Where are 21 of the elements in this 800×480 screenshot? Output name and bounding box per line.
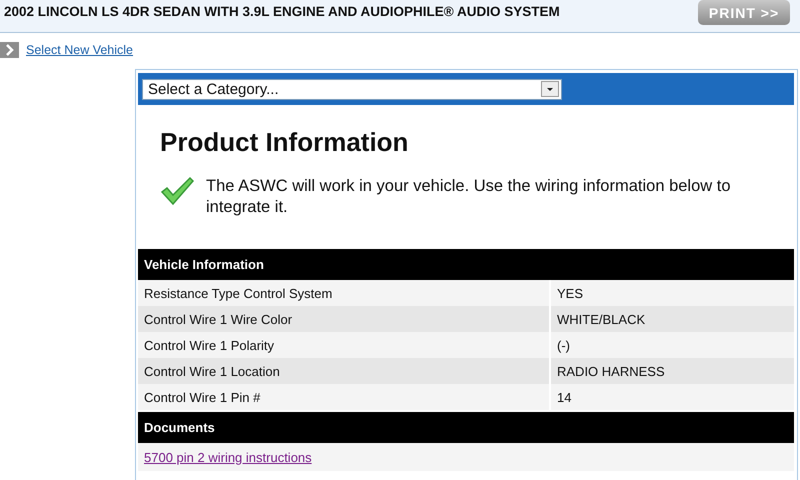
section-header: Vehicle Information (138, 249, 794, 280)
dropdown-caret-icon[interactable] (541, 81, 559, 97)
table-cell: RADIO HARNESS (551, 358, 794, 384)
table-cell: (-) (551, 332, 794, 358)
table-cell: Control Wire 1 Wire Color (138, 306, 549, 332)
vehicle-title: 2002 LINCOLN LS 4DR SEDAN WITH 3.9L ENGINE AND AUDIOPHILE® AUDIO SYSTEM (4, 4, 560, 19)
table-cell: Control Wire 1 Location (138, 358, 549, 384)
compatibility-message: The ASWC will work in your vehicle. Use the wiring information below to integrate it. (206, 176, 732, 218)
select-vehicle-link[interactable]: Select New Vehicle (26, 43, 134, 57)
section-header: Documents (138, 412, 794, 443)
table-cell: Control Wire 1 Polarity (138, 332, 549, 358)
document-link[interactable]: 5700 pin 2 wiring instructions (144, 450, 312, 464)
category-select[interactable]: Select a Category... (142, 78, 562, 100)
table-cell: YES (551, 280, 794, 306)
table-cell: Resistance Type Control System (138, 280, 549, 306)
chevron-icon (0, 42, 19, 58)
page-heading: Product Information (160, 127, 410, 158)
table-cell: 14 (551, 384, 794, 410)
table-cell: WHITE/BLACK (551, 306, 794, 332)
table-cell: Control Wire 1 Pin # (138, 384, 549, 410)
checkmark-icon (160, 176, 194, 206)
